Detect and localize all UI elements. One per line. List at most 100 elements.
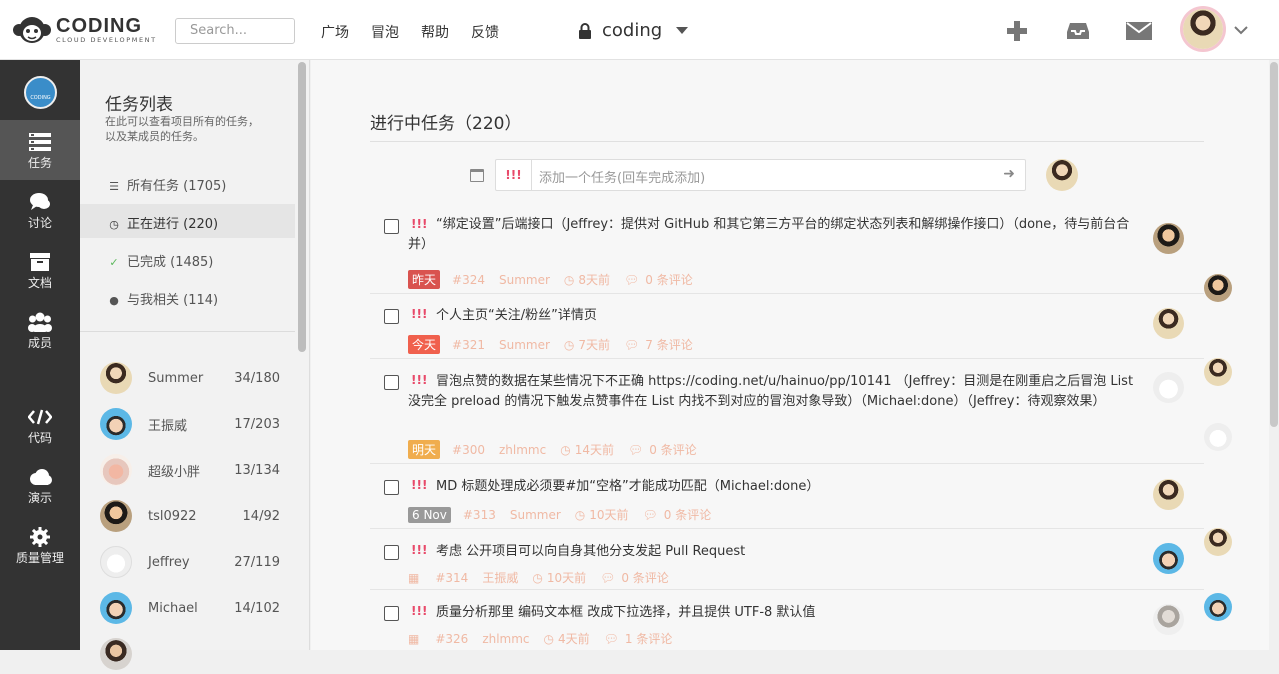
project-logo[interactable]: CODING <box>24 76 57 109</box>
leftnav-discuss[interactable]: 讨论 <box>0 180 80 240</box>
task-title[interactable]: “绑定设置”后端接口（Jeffrey：提供对 GitHub 和其它第三方平台的绑… <box>408 215 1138 255</box>
user-avatar[interactable] <box>1183 9 1223 49</box>
task-time: 14天前 <box>574 443 614 457</box>
avatar <box>100 408 132 440</box>
leftnav-tasks-label: 任务 <box>27 156 52 170</box>
avatar <box>100 638 132 670</box>
task-row[interactable]: !!! MD 标题处理成必须要#加“空格”才能成功匹配（Michael:done… <box>370 464 1204 529</box>
comment-icon: 💬︎ <box>603 631 619 646</box>
task-number[interactable]: #314 <box>435 571 468 585</box>
leftnav-members[interactable]: 成员 <box>0 300 80 360</box>
filter-related-to-me[interactable]: ● 与我相关 (114) <box>80 280 295 314</box>
leftnav-code[interactable]: 代码 <box>0 395 80 455</box>
task-comments[interactable]: 1 条评论 <box>625 630 672 647</box>
add-task-input[interactable]: !!! 添加一个任务(回车完成添加) ➜ <box>495 159 1026 191</box>
search-input[interactable]: Search... <box>175 18 295 44</box>
calendar-icon[interactable] <box>470 169 484 182</box>
leftnav-quality[interactable]: 质量管理 <box>0 515 80 575</box>
leftnav-docs[interactable]: 文档 <box>0 240 80 300</box>
task-assignee-avatar[interactable] <box>1153 372 1184 403</box>
avatar[interactable] <box>1204 593 1232 621</box>
task-row[interactable]: !!! 考虑 公开项目可以向自身其他分支发起 Pull Request ▦ #3… <box>370 529 1204 590</box>
avatar[interactable] <box>1204 423 1232 451</box>
task-assignee-avatar[interactable] <box>1153 479 1184 510</box>
task-checkbox[interactable] <box>384 606 399 621</box>
nav-feedback[interactable]: 反馈 <box>471 22 499 42</box>
clock-icon: ◷ <box>109 218 119 231</box>
task-number[interactable]: #300 <box>452 443 485 457</box>
member-row[interactable]: 王振威 17/203 <box>100 404 295 444</box>
task-checkbox[interactable] <box>384 375 399 390</box>
member-row[interactable] <box>100 634 295 674</box>
member-row[interactable]: Michael 14/102 <box>100 588 295 628</box>
avatar[interactable] <box>1204 358 1232 386</box>
member-row[interactable]: Jeffrey 27/119 <box>100 542 295 582</box>
task-row[interactable]: !!! 质量分析那里 编码文本框 改成下拉选择，并且提供 UTF-8 默认值 ▦… <box>370 590 1204 652</box>
project-switcher[interactable]: coding <box>578 20 689 41</box>
project-logo-text: CODING <box>30 95 51 101</box>
task-title[interactable]: 冒泡点赞的数据在某些情况下不正确 https://coding.net/u/ha… <box>408 372 1138 412</box>
task-checkbox[interactable] <box>384 309 399 324</box>
avatar <box>100 546 132 578</box>
task-comments[interactable]: 0 条评论 <box>664 506 711 523</box>
task-checkbox[interactable] <box>384 219 399 234</box>
task-assignee-avatar[interactable] <box>1153 223 1184 254</box>
avatar[interactable] <box>1204 274 1232 302</box>
page-scrollbar-thumb[interactable] <box>1270 62 1278 427</box>
task-comments[interactable]: 0 条评论 <box>649 441 696 458</box>
leftnav-tasks[interactable]: 任务 <box>0 120 80 180</box>
inbox-icon[interactable] <box>1066 21 1090 41</box>
filter-done[interactable]: ✓ 已完成 (1485) <box>80 242 295 276</box>
lock-icon <box>579 22 591 39</box>
task-number[interactable]: #321 <box>452 338 485 352</box>
task-title[interactable]: 考虑 公开项目可以向自身其他分支发起 Pull Request <box>408 542 1138 562</box>
task-comments[interactable]: 7 条评论 <box>645 336 692 353</box>
task-comments[interactable]: 0 条评论 <box>621 569 668 586</box>
mail-icon[interactable] <box>1126 22 1152 40</box>
task-checkbox[interactable] <box>384 480 399 495</box>
arrow-right-icon[interactable]: ➜ <box>1003 166 1015 182</box>
nav-bubble[interactable]: 冒泡 <box>371 22 399 42</box>
task-owner[interactable]: 王振威 <box>482 569 518 586</box>
task-number[interactable]: #326 <box>435 632 468 646</box>
task-title[interactable]: 质量分析那里 编码文本框 改成下拉选择，并且提供 UTF-8 默认值 <box>408 603 1138 623</box>
task-title[interactable]: MD 标题处理成必须要#加“空格”才能成功匹配（Michael:done） <box>408 477 1138 497</box>
priority-selector[interactable]: !!! <box>496 160 532 190</box>
leftnav-demo[interactable]: 演示 <box>0 455 80 515</box>
task-row[interactable]: !!! “绑定设置”后端接口（Jeffrey：提供对 GitHub 和其它第三方… <box>370 212 1204 294</box>
task-assignee-avatar[interactable] <box>1153 543 1184 574</box>
task-assignee-avatar[interactable] <box>1153 604 1184 635</box>
task-title[interactable]: 个人主页“关注/粉丝”详情页 <box>408 306 1138 326</box>
task-number[interactable]: #324 <box>452 273 485 287</box>
plus-icon[interactable] <box>1006 20 1028 42</box>
task-number[interactable]: #313 <box>463 508 496 522</box>
task-owner[interactable]: Summer <box>499 273 550 287</box>
task-owner[interactable]: zhlmmc <box>482 632 529 646</box>
calendar-icon[interactable]: ▦ <box>408 632 419 646</box>
task-owner[interactable]: Summer <box>499 338 550 352</box>
avatar[interactable] <box>1204 528 1232 556</box>
nav-help[interactable]: 帮助 <box>421 22 449 42</box>
filter-all-tasks[interactable]: ☰ 所有任务 (1705) <box>80 166 295 200</box>
task-owner[interactable]: Summer <box>510 508 561 522</box>
page-scrollbar[interactable] <box>1269 60 1279 650</box>
member-row[interactable]: tsl0922 14/92 <box>100 496 295 536</box>
task-assignee-avatar[interactable] <box>1153 308 1184 339</box>
task-meta: ▦ #314 王振威 ◷ 10天前 💬︎ 0 条评论 <box>408 569 683 586</box>
sidebar-scrollbar[interactable] <box>298 62 306 352</box>
member-row[interactable]: 超级小胖 13/134 <box>100 450 295 490</box>
task-comments[interactable]: 0 条评论 <box>645 271 692 288</box>
member-row[interactable]: Summer 34/180 <box>100 358 295 398</box>
filter-in-progress[interactable]: ◷ 正在进行 (220) <box>80 204 295 238</box>
chevron-down-icon[interactable] <box>1234 26 1248 35</box>
task-owner[interactable]: zhlmmc <box>499 443 546 457</box>
task-row[interactable]: !!! 冒泡点赞的数据在某些情况下不正确 https://coding.net/… <box>370 359 1204 464</box>
monkey-logo-icon <box>13 17 51 43</box>
calendar-icon[interactable]: ▦ <box>408 571 419 585</box>
assignee-avatar[interactable] <box>1046 159 1078 191</box>
task-checkbox[interactable] <box>384 545 399 560</box>
nav-plaza[interactable]: 广场 <box>321 22 349 42</box>
member-name: Jeffrey <box>148 554 190 570</box>
coding-logo[interactable]: CODING CLOUD DEVELOPMENT <box>12 14 157 46</box>
task-row[interactable]: !!! 个人主页“关注/粉丝”详情页 今天 #321 Summer ◷ 7天前 … <box>370 294 1204 359</box>
